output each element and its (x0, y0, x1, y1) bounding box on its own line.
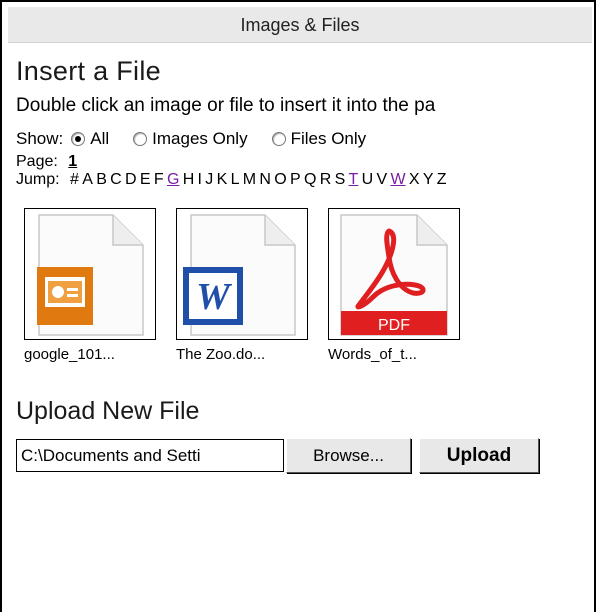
jump-letter-i[interactable]: I (198, 171, 202, 188)
title-bar: Images & Files (8, 7, 592, 43)
page-label: Page: (16, 153, 58, 170)
upload-button[interactable]: Upload (419, 438, 539, 473)
radio-all-label: All (90, 129, 110, 148)
show-filter: Show: All Images Only Files Only (16, 129, 592, 149)
jump-letter-a[interactable]: A (82, 171, 93, 188)
jump-letter-s[interactable]: S (335, 171, 346, 188)
jump-letter-o[interactable]: O (274, 171, 286, 188)
main-content: Insert a File Double click an image or f… (16, 56, 592, 473)
jump-letter-x[interactable]: X (409, 171, 420, 188)
radio-files-label: Files Only (290, 129, 367, 148)
jump-letter-g[interactable]: G (167, 171, 179, 188)
page-number-link[interactable]: 1 (68, 153, 77, 170)
jump-letter-w[interactable]: W (390, 171, 405, 188)
top-border (0, 0, 596, 2)
jump-letter-y[interactable]: Y (423, 171, 434, 188)
file-path-input[interactable] (16, 439, 284, 472)
jump-letter-u[interactable]: U (362, 171, 374, 188)
file-name: google_101... (24, 346, 115, 363)
radio-files-only[interactable]: Files Only (264, 129, 367, 149)
file-grid: google_101... W The Zoo.do... PDF Words_… (24, 208, 592, 363)
radio-files-circle[interactable] (271, 132, 286, 146)
pdf-file-icon: PDF (340, 214, 448, 336)
file-name: The Zoo.do... (176, 346, 266, 363)
file-item[interactable]: PDF Words_of_t... (328, 208, 460, 363)
file-item[interactable]: W The Zoo.do... (176, 208, 308, 363)
insert-heading: Insert a File (16, 56, 161, 86)
radio-images-circle[interactable] (133, 132, 148, 146)
jump-letter-b[interactable]: B (96, 171, 107, 188)
jump-letter-t[interactable]: T (349, 171, 359, 188)
jump-letter-p[interactable]: P (290, 171, 301, 188)
svg-text:W: W (196, 276, 233, 318)
pdf-badge: PDF (378, 317, 410, 334)
pagination: Page: 1 (16, 153, 592, 171)
file-thumbnail[interactable]: PDF (328, 208, 460, 340)
file-item[interactable]: google_101... (24, 208, 156, 363)
browse-button[interactable]: Browse... (286, 438, 411, 473)
window-title: Images & Files (240, 15, 360, 35)
jump-letter-j[interactable]: J (205, 171, 213, 188)
jump-letter-q[interactable]: Q (304, 171, 316, 188)
powerpoint-file-icon (37, 214, 144, 336)
jump-letter-hash[interactable]: # (70, 171, 79, 188)
file-thumbnail[interactable]: W (176, 208, 308, 340)
jump-letter-k[interactable]: K (217, 171, 228, 188)
jump-letter-v[interactable]: V (376, 171, 387, 188)
radio-images-label: Images Only (152, 129, 248, 148)
radio-all-circle[interactable] (71, 132, 86, 146)
jump-label: Jump: (16, 171, 60, 188)
upload-heading: Upload New File (16, 397, 200, 425)
file-thumbnail[interactable] (24, 208, 156, 340)
jump-letter-c[interactable]: C (110, 171, 122, 188)
jump-letter-h[interactable]: H (183, 171, 195, 188)
upload-controls: Browse... Upload (16, 438, 592, 473)
jump-letter-n[interactable]: N (259, 171, 271, 188)
jump-letter-r[interactable]: R (320, 171, 332, 188)
show-label: Show: (16, 129, 64, 148)
insert-description: Double click an image or file to insert … (16, 95, 436, 116)
radio-all[interactable]: All (63, 129, 109, 149)
word-file-icon: W (183, 214, 296, 336)
file-name: Words_of_t... (328, 346, 417, 363)
jump-letter-e[interactable]: E (140, 171, 151, 188)
jump-letter-m[interactable]: M (243, 171, 256, 188)
jump-letter-z[interactable]: Z (437, 171, 447, 188)
jump-letter-d[interactable]: D (125, 171, 137, 188)
jump-bar: Jump: # A B C D E F G H I J K L M N O P Q R S T U V W X Y Z (16, 171, 598, 189)
jump-letter-f[interactable]: F (154, 171, 164, 188)
jump-letter-l[interactable]: L (231, 171, 240, 188)
radio-images-only[interactable]: Images Only (125, 129, 248, 149)
